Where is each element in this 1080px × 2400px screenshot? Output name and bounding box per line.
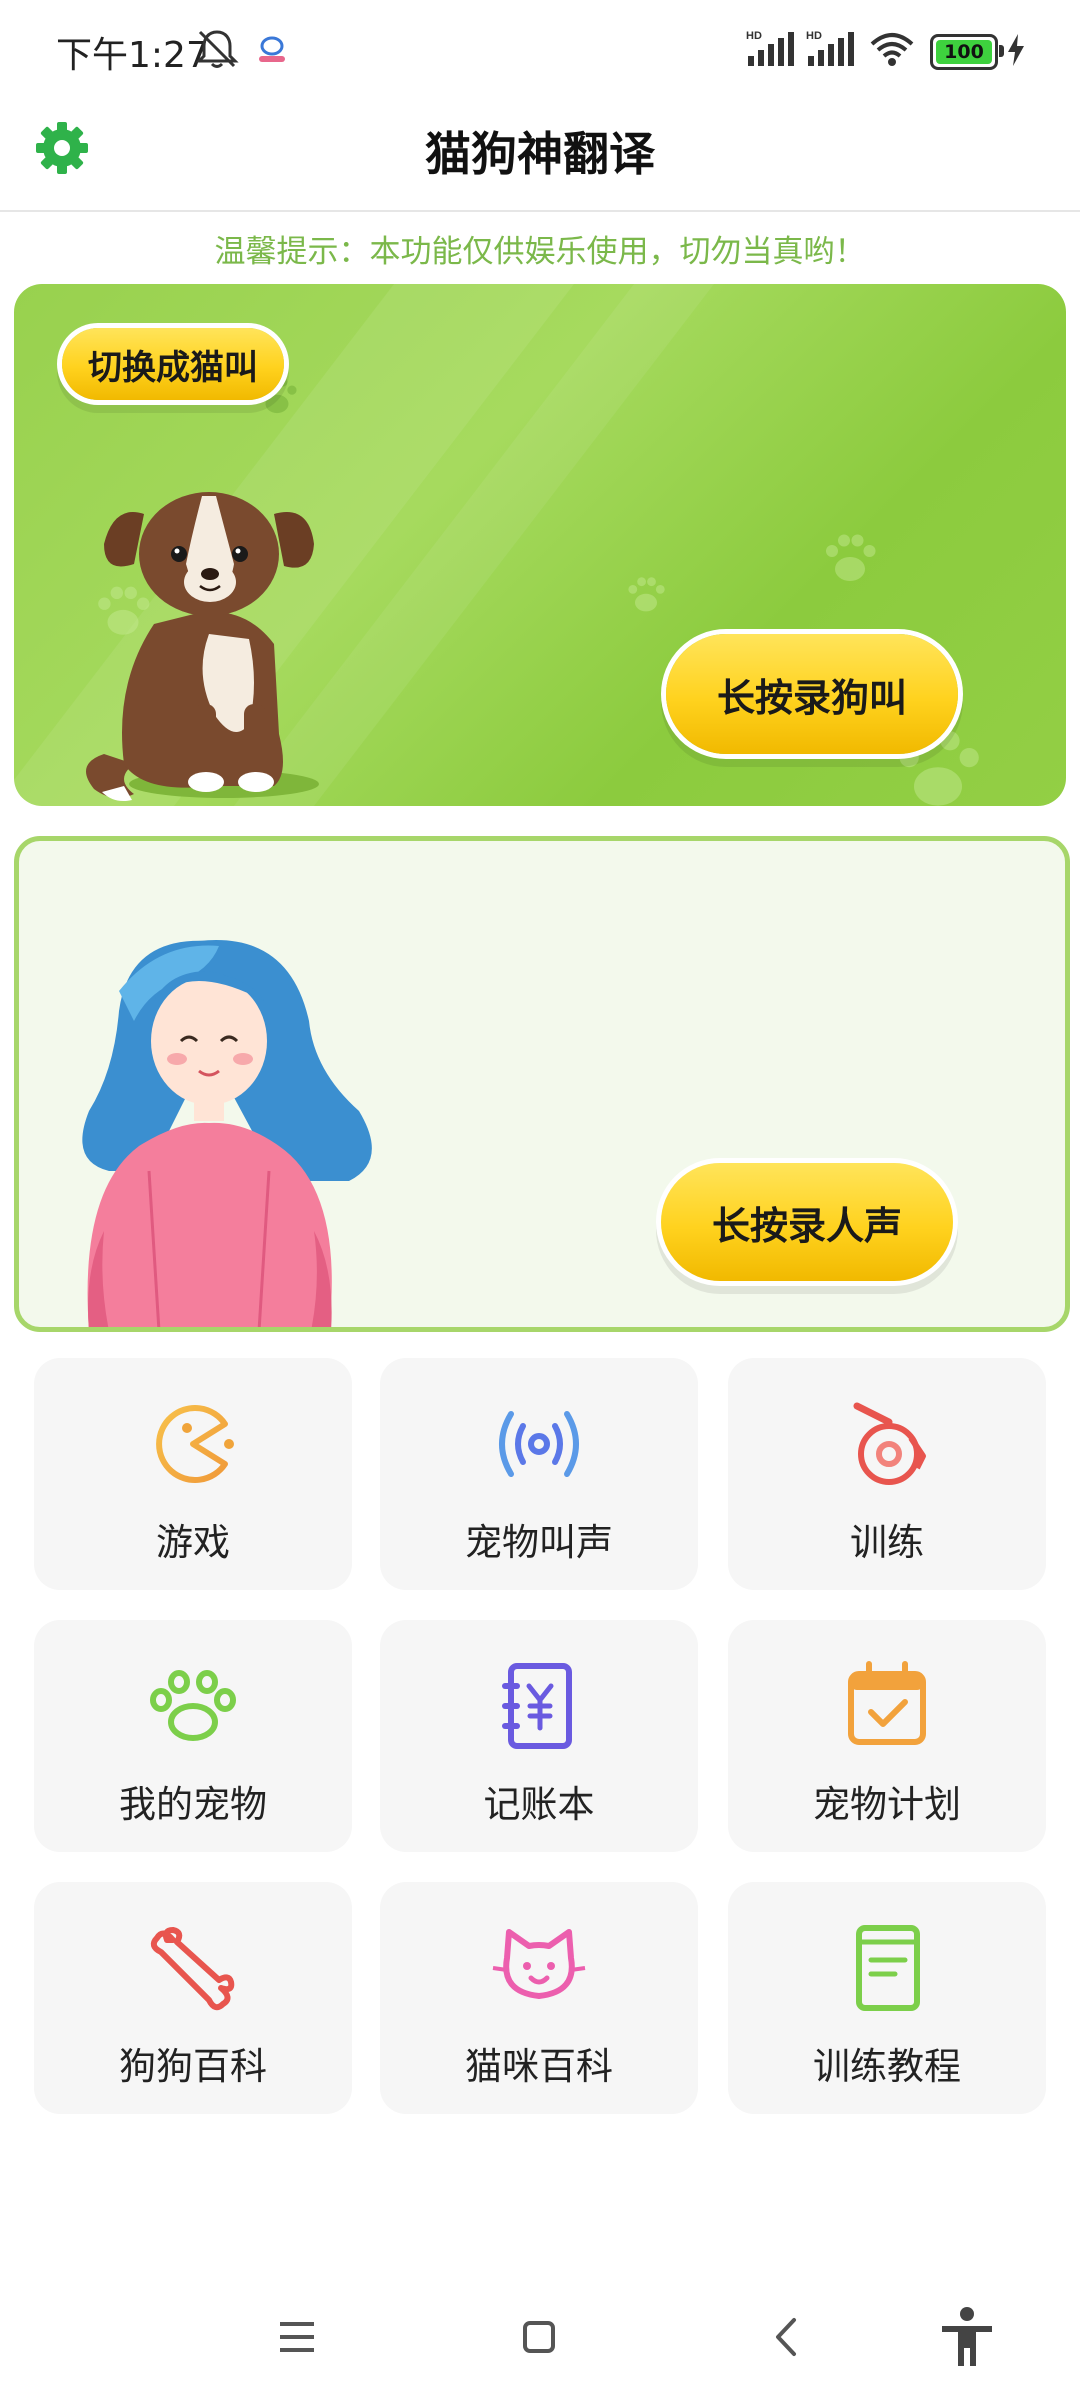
grid-label: 猫咪百科 xyxy=(465,2045,613,2088)
paw-print-icon xyxy=(628,577,665,612)
page-title: 猫狗神翻译 xyxy=(425,127,655,181)
grid-item-training[interactable]: 训练 xyxy=(728,1358,1046,1590)
wifi-icon xyxy=(870,33,914,66)
signal-2-icon: HD xyxy=(806,30,854,66)
grid-item-cat-encyclopedia[interactable]: 猫咪百科 xyxy=(380,1882,698,2114)
grid-item-dog-encyclopedia[interactable]: 狗狗百科 xyxy=(34,1882,352,2114)
grid-label: 我的宠物 xyxy=(119,1783,267,1826)
paw-print-icon xyxy=(826,534,876,581)
signal-1-icon: HD xyxy=(746,30,794,66)
back-icon[interactable] xyxy=(752,2302,822,2372)
dog-illustration xyxy=(86,492,319,801)
paw-icon xyxy=(150,1670,236,1741)
status-bar: 下午1:27 HD HD 100 xyxy=(0,0,1080,100)
app-header: 猫狗神翻译 xyxy=(0,100,1080,212)
grid-label: 训练教程 xyxy=(813,2045,961,2088)
calendar-icon xyxy=(848,1661,926,1745)
grid-label: 记账本 xyxy=(483,1783,595,1826)
grid-label: 狗狗百科 xyxy=(119,2045,267,2088)
grid-item-pet-sounds[interactable]: 宠物叫声 xyxy=(380,1358,698,1590)
grid-label: 宠物计划 xyxy=(813,1783,961,1826)
status-time: 下午1:27 xyxy=(56,35,209,76)
grid-label: 游戏 xyxy=(156,1521,230,1564)
whistle-icon xyxy=(853,1402,926,1485)
grid-item-ledger[interactable]: 记账本 xyxy=(380,1620,698,1852)
charging-icon xyxy=(1008,34,1024,66)
home-icon[interactable] xyxy=(504,2302,574,2372)
hold-record-human-button[interactable]: 长按录人声 xyxy=(661,1163,953,1281)
cat-face-icon xyxy=(492,1929,586,1999)
bone-icon xyxy=(150,1927,235,2011)
grid-item-my-pets[interactable]: 我的宠物 xyxy=(34,1620,352,1852)
hold-record-dog-button[interactable]: 长按录狗叫 xyxy=(666,634,958,754)
svg-text:HD: HD xyxy=(746,30,762,42)
battery-level: 100 xyxy=(936,40,992,64)
pacman-icon xyxy=(156,1405,234,1483)
sound-wave-icon xyxy=(499,1411,579,1477)
system-navigation-bar xyxy=(0,2280,1080,2390)
app-notification-icon xyxy=(259,36,285,62)
grid-label: 宠物叫声 xyxy=(465,1521,613,1564)
woman-illustration xyxy=(82,940,372,1327)
switch-to-cat-button[interactable]: 切换成猫叫 xyxy=(62,328,284,400)
grid-item-pet-plan[interactable]: 宠物计划 xyxy=(728,1620,1046,1852)
ledger-icon xyxy=(502,1663,572,1749)
entertainment-notice: 温馨提示：本功能仅供娱乐使用，切勿当真哟！ xyxy=(214,234,866,270)
svg-text:HD: HD xyxy=(806,30,822,42)
grid-label: 训练 xyxy=(850,1521,924,1564)
grid-item-training-tutorial[interactable]: 训练教程 xyxy=(728,1882,1046,2114)
dog-translator-card: 切换成猫叫 长按录狗叫 xyxy=(14,284,1066,806)
mute-icon xyxy=(195,30,239,68)
human-translator-card: 长按录人声 xyxy=(14,836,1070,1332)
book-icon xyxy=(856,1925,920,2011)
menu-icon[interactable] xyxy=(262,2302,332,2372)
grid-item-game[interactable]: 游戏 xyxy=(34,1358,352,1590)
accessibility-icon[interactable] xyxy=(932,2302,1002,2372)
battery-icon: 100 xyxy=(930,34,1004,70)
